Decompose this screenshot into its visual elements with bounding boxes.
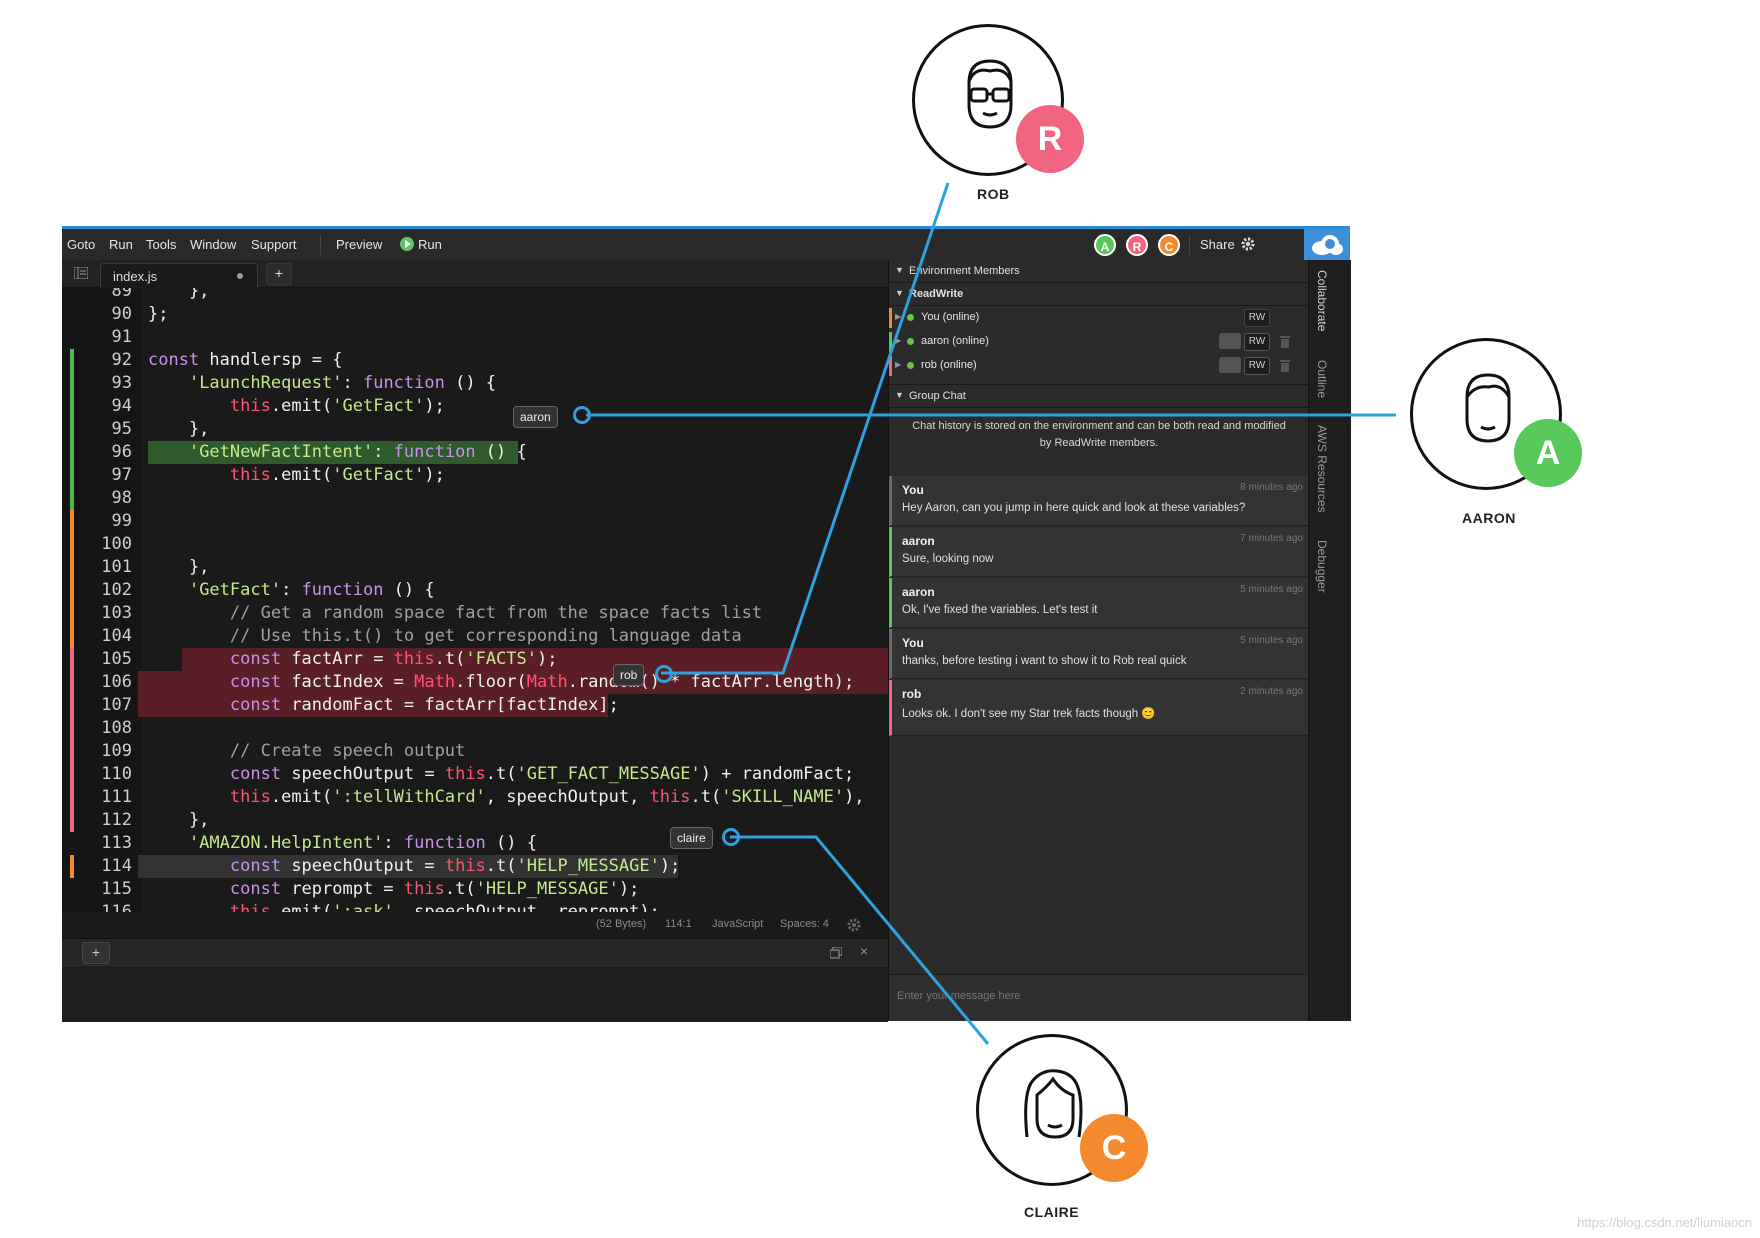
- aaron-face-icon: [1465, 373, 1511, 443]
- cursor-ring-rob: [655, 665, 673, 683]
- aaron-badge: A: [1514, 419, 1582, 487]
- aaron-name: AARON: [1462, 510, 1516, 526]
- claire-badge: C: [1080, 1114, 1148, 1182]
- rob-badge: R: [1016, 105, 1084, 173]
- cursor-label-claire: claire: [670, 827, 713, 849]
- rob-face-icon: [967, 59, 1013, 129]
- cursor-label-aaron: aaron: [513, 406, 558, 428]
- cursor-label-rob: rob: [613, 664, 645, 686]
- connector-lines: [586, 182, 1396, 1045]
- watermark: https://blog.csdn.net/liumiaocn: [1577, 1215, 1752, 1230]
- claire-face-icon: [1024, 1069, 1083, 1139]
- cursor-ring-claire: [722, 828, 740, 846]
- claire-name: CLAIRE: [1024, 1204, 1080, 1220]
- rob-name: ROB: [977, 186, 1010, 202]
- cursor-ring-aaron: [573, 406, 591, 424]
